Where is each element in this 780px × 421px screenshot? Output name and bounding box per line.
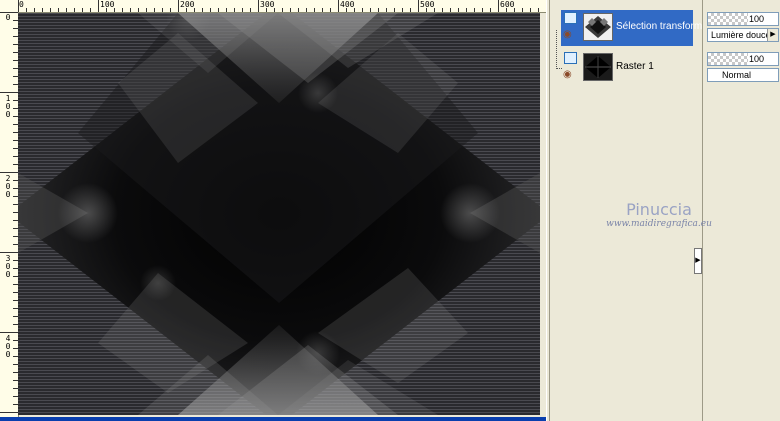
ruler-label: 400 (340, 0, 355, 9)
horizontal-ruler: 0 100 200 300 400 500 600 (18, 0, 548, 13)
layer-name: Sélection transform (616, 21, 703, 32)
blend-mode-select[interactable]: Lumière douce ▶ (707, 28, 779, 42)
ruler-label: 100 (100, 0, 115, 9)
blend-mode-select[interactable]: Normal (707, 68, 779, 82)
ruler-label: 0 (5, 13, 11, 22)
watermark-name: Pinuccia (626, 200, 692, 219)
ruler-label: 0 (19, 0, 24, 9)
eye-icon[interactable]: ◉ (563, 30, 572, 40)
opacity-checker (708, 13, 748, 25)
layer-thumbnail (583, 13, 613, 41)
raster-layer-icon (564, 12, 577, 24)
ruler-label: 100 (5, 94, 11, 119)
chevron-right-icon[interactable]: ▶ (694, 248, 702, 274)
opacity-slider[interactable]: 100 (707, 12, 779, 26)
ruler-label: 600 (500, 0, 515, 9)
layer-row-raster[interactable]: ◉ Raster 1 (561, 50, 693, 86)
layer-row-selection[interactable]: ◉ Sélection transform (561, 10, 702, 46)
ruler-label: 200 (180, 0, 195, 9)
watermark-url: www.maidiregrafica.eu (606, 219, 712, 229)
opacity-value: 100 (748, 14, 764, 24)
opacity-checker (708, 53, 748, 65)
panel-divider[interactable] (546, 0, 550, 421)
layer-thumbnail (583, 53, 613, 81)
layer-name: Raster 1 (616, 61, 654, 72)
triangle-down-icon[interactable]: ▶ (767, 29, 778, 41)
canvas-artwork (18, 13, 540, 415)
blend-mode-value: Lumière douce (711, 30, 771, 40)
ruler-label: 400 (5, 334, 11, 359)
ruler-label: 300 (5, 254, 11, 279)
blend-mode-value: Normal (722, 70, 752, 80)
eye-icon[interactable]: ◉ (563, 70, 572, 80)
opacity-slider[interactable]: 100 (707, 52, 779, 66)
raster-layer-icon (564, 52, 577, 64)
status-bar (0, 417, 548, 421)
ruler-label: 500 (420, 0, 435, 9)
image-canvas[interactable] (18, 13, 540, 415)
image-workspace: 0 100 200 300 400 500 600 0 100 200 300 … (0, 0, 548, 421)
vertical-ruler: 0 100 200 300 400 (0, 12, 19, 417)
ruler-label: 200 (5, 174, 11, 199)
opacity-value: 100 (748, 54, 764, 64)
ruler-label: 300 (260, 0, 275, 9)
watermark: Pinuccia www.maidiregrafica.eu (594, 200, 724, 229)
